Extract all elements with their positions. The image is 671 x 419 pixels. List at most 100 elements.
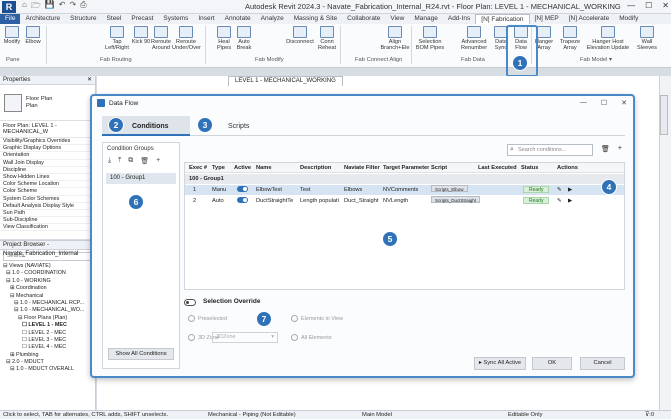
wall-sleeves-button[interactable]: Wall Sleeves (636, 26, 658, 51)
open-icon[interactable]: 🗁 (31, 0, 41, 14)
print-icon[interactable]: ⎙ (80, 0, 86, 14)
tab-insert[interactable]: Insert (193, 14, 219, 24)
maximize-icon[interactable]: ☐ (645, 1, 652, 10)
add-icon[interactable]: + (156, 157, 160, 165)
property-row[interactable]: Wall Join Display (0, 160, 95, 167)
property-row[interactable]: Show Hidden Lines (0, 174, 95, 182)
advanced-renumber-button[interactable]: Advanced Renumber (458, 26, 490, 51)
design-option-selector[interactable]: Main Model (362, 411, 392, 419)
hanger-host-button[interactable]: Hanger Host Elevation Update (584, 26, 632, 51)
tree-item[interactable]: ⊟ 1.0 - MECHANICAL_WO... (0, 307, 95, 314)
editable-only-toggle[interactable]: Editable Only (508, 411, 542, 419)
maximize-icon[interactable]: ☐ (601, 99, 607, 107)
save-icon[interactable]: 💾 (45, 0, 55, 14)
close-icon[interactable]: ✕ (662, 1, 669, 10)
tree-item[interactable]: ⊟ 2.0 - MDUCT (0, 359, 95, 366)
heal-pipes-button[interactable]: Heal Pipes (214, 26, 234, 51)
tree-item[interactable]: ⊟ 1.0 - MDUCT OVERALL (0, 366, 95, 373)
elbow-button[interactable]: Elbow (22, 26, 44, 45)
tab-collaborate[interactable]: Collaborate (342, 14, 385, 24)
radio-preselected[interactable]: Preselected (188, 315, 227, 322)
tab-view[interactable]: View (385, 14, 409, 24)
tab-massing[interactable]: Massing & Site (289, 14, 342, 24)
radio-all-elements[interactable]: All Elements (291, 334, 332, 341)
tab-architecture[interactable]: Architecture (20, 14, 65, 24)
column-header[interactable]: Status (521, 163, 538, 173)
minimize-icon[interactable]: — (627, 1, 635, 10)
minimize-icon[interactable]: — (580, 99, 587, 107)
search-conditions-input[interactable]: Search conditions... (507, 144, 593, 156)
tree-item[interactable]: ⊟ Mechanical (0, 293, 95, 300)
filter-indicator[interactable]: ⊽:0 (645, 411, 654, 419)
tree-item[interactable]: ⊟ Views (NAVIATE) (0, 263, 95, 270)
delete-icon[interactable]: 🗑 (140, 157, 149, 165)
column-header[interactable]: Naviate Filter (344, 163, 380, 173)
disconnect-button[interactable]: Disconnect (284, 26, 316, 45)
property-row[interactable]: Visibility/Graphics Overrides (0, 138, 95, 146)
ok-button[interactable]: OK (532, 357, 572, 370)
home-icon[interactable]: ⌂ (22, 0, 27, 14)
selection-bom-button[interactable]: Selection BOM Pipes (413, 26, 447, 51)
close-icon[interactable]: ✕ (87, 76, 92, 84)
auto-break-button[interactable]: Auto Break (234, 26, 254, 51)
import-icon[interactable]: ⤓ (108, 157, 111, 165)
align-branch-button[interactable]: Align Branch+Ele (380, 26, 410, 51)
edit-icon[interactable]: ✎ (557, 196, 562, 206)
sync-all-active-button[interactable]: ▸ Sync All Active (474, 357, 526, 370)
property-row[interactable]: Default Analysis Display Style (0, 203, 95, 210)
group-section-row[interactable]: 100 - Group1 (185, 174, 624, 184)
tree-item[interactable]: ☐ LEVEL 2 - MEC (0, 330, 95, 337)
delete-icon[interactable]: 🗑 (601, 145, 610, 153)
property-row[interactable]: Discipline (0, 167, 95, 174)
type-selector[interactable]: Floor Plan Plan (0, 85, 95, 121)
tree-item[interactable]: ⊟ Floor Plans (Plan) (0, 315, 95, 322)
tree-item-active-view[interactable]: ☐ LEVEL 1 - MEC (0, 322, 95, 329)
column-header[interactable]: Target Parameter (383, 163, 429, 173)
active-toggle[interactable] (237, 185, 248, 195)
radio-elements-in-view[interactable]: Elements in View (291, 315, 343, 322)
reroute-under-button[interactable]: Reroute Under/Over (172, 26, 201, 51)
edit-icon[interactable]: ✎ (557, 185, 562, 195)
tree-item[interactable]: ⊟ 1.0 - COORDINATION (0, 270, 95, 277)
property-row[interactable]: Sun Path (0, 210, 95, 218)
revit-app-icon[interactable]: R (2, 0, 16, 13)
property-row[interactable]: Color Scheme Location (0, 181, 95, 189)
undo-icon[interactable]: ↶ (59, 0, 66, 14)
tab-file[interactable]: File (0, 14, 21, 24)
property-row[interactable]: System Color Schemes (0, 196, 95, 203)
tree-item[interactable]: ☐ LEVEL 4 - MEC (0, 344, 95, 351)
duplicate-icon[interactable]: ⧉ (128, 157, 133, 165)
table-row[interactable]: 2 Auto DuctStraightTe Length populati Du… (185, 196, 624, 206)
tab-analyze[interactable]: Analyze (256, 14, 289, 24)
script-chip[interactable]: Scripts_DuctStraight (431, 196, 481, 206)
cancel-button[interactable]: Cancel (580, 357, 625, 370)
tap-button[interactable]: Tap Left/Right (104, 26, 130, 51)
instance-selector[interactable]: Floor Plan: LEVEL 1 - MECHANICAL_W (0, 121, 95, 138)
tree-item[interactable]: ⊞ Coordination (0, 285, 95, 292)
tab-annotate[interactable]: Annotate (220, 14, 256, 24)
run-icon[interactable]: ▶ (568, 196, 572, 206)
property-row[interactable]: Orientation (0, 152, 95, 160)
tab-n-fabrication[interactable]: [N] Fabrication (475, 14, 530, 24)
tree-item[interactable]: ⊟ 1.0 - MECHANICAL RCP... (0, 300, 95, 307)
tab-precast[interactable]: Precast (126, 14, 158, 24)
tab-systems[interactable]: Systems (158, 14, 193, 24)
tree-item[interactable]: ⊟ 1.0 - WORKING (0, 278, 95, 285)
property-row[interactable]: Color Scheme (0, 188, 95, 196)
tree-item[interactable]: ☐ LEVEL 3 - MEC (0, 337, 95, 344)
condition-group-item[interactable]: 100 - Group1 (106, 173, 176, 184)
tree-item[interactable]: ⊞ Plumbing (0, 352, 95, 359)
script-chip[interactable]: Scripts_Elbow (431, 185, 468, 195)
column-header[interactable]: Script (431, 163, 447, 173)
tab-n-mep[interactable]: [N] MEP (530, 14, 564, 24)
trapeze-array-button[interactable]: Trapeze Array (558, 26, 582, 51)
property-row[interactable]: Sub-Discipline (0, 217, 95, 225)
column-header[interactable]: Description (300, 163, 331, 173)
modify-button[interactable]: Modify (3, 26, 21, 45)
tab-modify[interactable]: Modify (614, 14, 643, 24)
column-header[interactable]: Type (212, 163, 225, 173)
column-header[interactable]: Actions (557, 163, 578, 173)
redo-icon[interactable]: ↷ (69, 0, 76, 14)
show-all-conditions-button[interactable]: Show All Conditions (108, 348, 174, 360)
tab-structure[interactable]: Structure (65, 14, 101, 24)
